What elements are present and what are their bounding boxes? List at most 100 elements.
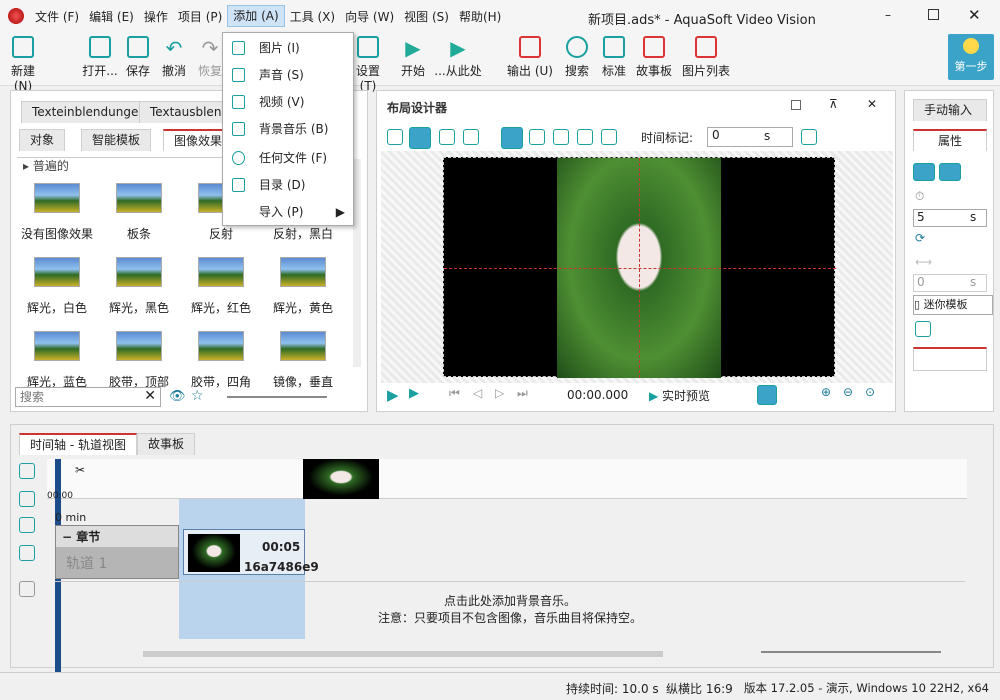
minimize-button[interactable]: –: [880, 8, 896, 24]
storyboard-view-button[interactable]: 故事板: [632, 36, 676, 79]
add-video-item[interactable]: 视频 (V): [223, 90, 353, 114]
path-icon[interactable]: [501, 127, 523, 149]
frame2-tool-icon[interactable]: [19, 581, 35, 597]
live-preview-button[interactable]: ▶ 实时预览: [649, 387, 710, 404]
save-marker-icon[interactable]: [801, 129, 817, 145]
horizontal-scrollbar[interactable]: [143, 651, 663, 657]
group-tool-icon[interactable]: [19, 491, 35, 507]
effect-thumbnail[interactable]: [280, 331, 326, 361]
play-from-icon[interactable]: ▶: [409, 386, 419, 401]
frame-icon[interactable]: [529, 129, 545, 145]
effect-thumbnail[interactable]: [34, 183, 80, 213]
search-input[interactable]: [16, 388, 128, 406]
star-icon[interactable]: ☆: [191, 388, 204, 404]
marker-tool-icon[interactable]: [19, 463, 35, 479]
prev-icon[interactable]: ⏮: [449, 386, 460, 401]
mini-template-button[interactable]: ▯ 迷你模板: [913, 295, 993, 315]
props-subtab[interactable]: [913, 347, 987, 371]
settings-button[interactable]: 设置 (T): [348, 36, 388, 93]
zoom-slider[interactable]: [761, 651, 941, 653]
menu-view[interactable]: 视图 (S): [399, 8, 454, 25]
save-button[interactable]: 保存: [118, 36, 158, 79]
visibility-icon[interactable]: [939, 163, 961, 181]
zoom-out-icon[interactable]: ⊖: [843, 385, 853, 399]
image-list-button[interactable]: 图片列表: [680, 36, 732, 79]
effect-search[interactable]: ✕: [15, 387, 161, 407]
search-button[interactable]: 搜索: [557, 36, 597, 79]
play-from-here-button[interactable]: ▶ ...从此处: [432, 36, 484, 79]
music-track[interactable]: 点击此处添加背景音乐。 注意：只要项目不包含图像，音乐曲目将保持空。: [55, 581, 965, 637]
effect-thumbnail[interactable]: [198, 331, 244, 361]
list-icon[interactable]: [601, 129, 617, 145]
undo-button[interactable]: ↶ 撤消: [154, 36, 194, 79]
menu-tools[interactable]: 工具 (X): [285, 8, 340, 25]
add-any-file-item[interactable]: 任何文件 (F): [223, 146, 353, 170]
clear-icon[interactable]: ✕: [144, 388, 156, 404]
add-image-item[interactable]: 图片 (I): [223, 36, 353, 60]
snap-toggle[interactable]: [757, 385, 777, 405]
align-icon[interactable]: [439, 129, 455, 145]
menu-edit[interactable]: 编辑 (E): [84, 8, 139, 25]
zoom-in-icon[interactable]: ⊕: [821, 385, 831, 399]
step-back-icon[interactable]: ◁: [473, 386, 482, 400]
effect-thumbnail[interactable]: [34, 331, 80, 361]
menu-help[interactable]: 帮助(H): [454, 8, 506, 25]
next-icon[interactable]: ⏭: [517, 386, 528, 401]
preview-canvas[interactable]: [443, 157, 836, 378]
tab-timeline[interactable]: 时间轴 - 轨道视图: [19, 433, 137, 455]
duration-input[interactable]: 5s: [913, 209, 987, 227]
menu-action[interactable]: 操作: [139, 8, 173, 25]
menu-file[interactable]: 文件 (F): [30, 8, 84, 25]
effect-thumbnail[interactable]: [198, 257, 244, 287]
time-marker-input[interactable]: 0s: [707, 127, 793, 147]
output-button[interactable]: 输出 (U): [506, 36, 554, 79]
standard-view-button[interactable]: 标准: [594, 36, 634, 79]
menu-wizard[interactable]: 向导 (W): [340, 8, 399, 25]
first-step-button[interactable]: 第一步: [948, 34, 994, 80]
open-button[interactable]: 打开...: [80, 36, 120, 79]
step-forward-icon[interactable]: ▷: [495, 386, 504, 400]
menu-add[interactable]: 添加 (A): [227, 5, 285, 27]
frame-tool-icon[interactable]: [19, 545, 35, 561]
tab-storyboard[interactable]: 故事板: [137, 433, 196, 455]
float-icon[interactable]: [791, 100, 801, 110]
ungroup-tool-icon[interactable]: [19, 517, 35, 533]
effect-thumbnail[interactable]: [116, 331, 162, 361]
save-props-icon[interactable]: [915, 321, 931, 337]
menu-project[interactable]: 项目 (P): [173, 8, 227, 25]
effect-thumbnail[interactable]: [34, 257, 80, 287]
grid-icon[interactable]: [463, 129, 479, 145]
pin-icon[interactable]: ⊼: [829, 97, 838, 111]
tab-text-in[interactable]: Texteinblendungen: [21, 101, 157, 123]
tab-properties[interactable]: 属性: [913, 129, 987, 151]
eye-icon[interactable]: 👁: [169, 389, 186, 404]
zoom-fit-icon[interactable]: ⊙: [865, 385, 875, 399]
position-input[interactable]: 0s: [913, 274, 987, 292]
add-folder-item[interactable]: 目录 (D): [223, 173, 353, 197]
motion2-icon[interactable]: [577, 129, 593, 145]
effect-thumbnail[interactable]: [116, 183, 162, 213]
add-music-item[interactable]: 背景音乐 (B): [223, 117, 353, 141]
thumbnail-size-slider[interactable]: [227, 396, 327, 398]
play-icon[interactable]: ▶: [387, 386, 399, 404]
close-panel-icon[interactable]: ✕: [867, 97, 877, 111]
effect-thumbnail[interactable]: [280, 257, 326, 287]
effect-thumbnail[interactable]: [116, 257, 162, 287]
tab-objects[interactable]: 对象: [19, 129, 66, 151]
chapter-block[interactable]: − 章节 轨道 1: [55, 525, 179, 579]
start-button[interactable]: ▶ 开始: [393, 36, 433, 79]
add-sound-item[interactable]: 声音 (S): [223, 63, 353, 87]
scissors-icon[interactable]: ✂: [75, 463, 85, 477]
close-button[interactable]: ✕: [968, 6, 981, 24]
new-button[interactable]: 新建 (N): [4, 36, 42, 93]
maximize-button[interactable]: [928, 9, 939, 20]
tab-smart-templates[interactable]: 智能模板: [81, 129, 152, 151]
link-icon[interactable]: [913, 163, 935, 181]
image-clip[interactable]: 00:05 16a7486e9: [183, 529, 319, 575]
import-item[interactable]: 导入 (P) ▶: [223, 200, 353, 224]
motion-icon[interactable]: [553, 129, 569, 145]
tab-manual-input[interactable]: 手动输入: [913, 99, 987, 121]
curve-tool-icon[interactable]: [409, 127, 431, 149]
effects-scrollbar[interactable]: [353, 159, 361, 367]
select-tool-icon[interactable]: [387, 129, 403, 145]
